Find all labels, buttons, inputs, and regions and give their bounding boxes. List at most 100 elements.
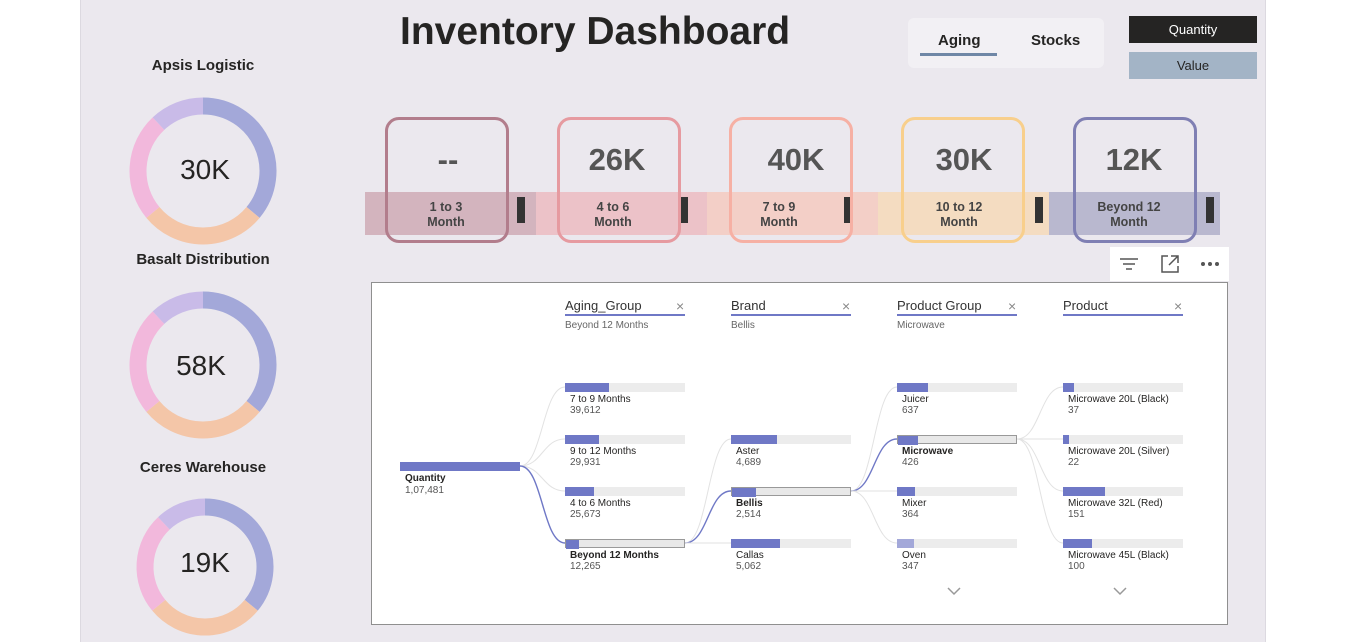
donut-slice[interactable] [152,97,204,131]
aging-card-1-3[interactable] [385,117,509,243]
tree-link [850,438,898,492]
focus-mode-icon[interactable] [1151,247,1189,281]
tree-node-label: Mixer [902,498,927,509]
tree-node-fill [566,540,579,549]
tree-node-fill [897,383,928,392]
quantity-button[interactable]: Quantity [1129,16,1257,43]
tree-node-bar[interactable] [731,435,851,444]
close-icon[interactable]: × [676,298,684,314]
tree-node-label: Beyond 12 Months [570,550,659,561]
tree-node-bar[interactable] [731,539,851,548]
value-button[interactable]: Value [1129,52,1257,79]
root-node-bar[interactable] [400,462,520,471]
tree-node-value: 5,062 [736,561,762,572]
warehouse-value-ceres: 19K [180,547,230,578]
tree-node-label: Juicer [902,394,929,405]
tree-node-bar[interactable] [565,435,685,444]
donut-slice[interactable] [152,599,258,636]
tree-node-fill [565,435,599,444]
tree-node-value: 39,612 [570,405,601,416]
tree-node-value: 12,265 [570,561,601,572]
tree-node-fill [898,436,918,445]
column-header-brand[interactable]: Brand [731,298,851,316]
tree-node-label: Microwave 20L (Black) [1068,394,1169,405]
column-filter-brand: Bellis [731,320,755,331]
decomposition-tree: Aging_Group × Beyond 12 Months Brand × B… [371,282,1228,625]
tree-link [519,438,566,467]
page-title: Inventory Dashboard [400,10,791,53]
warehouse-title-ceres: Ceres Warehouse [139,459,267,476]
donut-slice[interactable] [146,206,260,245]
tree-node-value: 29,931 [570,457,601,468]
tree-node-bar[interactable] [731,487,851,497]
column-header-product[interactable]: Product [1063,298,1183,316]
tree-node-value: 22 [1068,457,1080,468]
close-icon[interactable]: × [1008,298,1016,314]
aging-card-10-12[interactable] [901,117,1025,243]
tree-node-label: 4 to 6 Months [570,498,631,509]
tree-node-value: 151 [1068,509,1085,520]
tree-node-fill [1063,383,1074,392]
column-header-aging-group[interactable]: Aging_Group [565,298,685,316]
aging-card-beyond-12[interactable] [1073,117,1197,243]
tree-link [1016,438,1064,492]
tree-node-bar[interactable] [1063,487,1183,496]
tree-node-bar[interactable] [565,487,685,496]
aging-card-4-6[interactable] [557,117,681,243]
donut-slice[interactable] [146,400,260,439]
tree-node-bar[interactable] [897,383,1017,392]
tree-node-value: 426 [902,457,919,468]
donut-slice[interactable] [152,291,204,325]
warehouse-value-basalt: 58K [176,350,226,381]
tree-node-bar[interactable] [897,539,1017,548]
warehouse-value-apsis: 30K [180,154,230,185]
aging-card-7-9[interactable] [729,117,853,243]
aging-card-value: 12K [1105,142,1163,177]
donut-slice[interactable] [158,498,206,530]
tree-link [1016,438,1064,544]
tree-node-value: 364 [902,509,919,520]
tab-aging[interactable]: Aging [938,32,981,49]
slicer-handle[interactable] [517,197,525,223]
close-icon[interactable]: × [842,298,850,314]
root-node-value: 1,07,481 [405,485,444,496]
tree-node-label: Aster [736,446,760,457]
chevron-down-icon[interactable] [1113,584,1127,598]
aging-card-value: 40K [767,142,825,177]
tree-node-bar[interactable] [897,435,1017,445]
more-options-icon[interactable] [1191,247,1229,281]
chevron-down-icon[interactable] [947,584,961,598]
aging-card-value: -- [437,142,459,177]
tree-node-bar[interactable] [565,383,685,392]
close-icon[interactable]: × [1174,298,1182,314]
tree-node-label: Microwave 45L (Black) [1068,550,1169,561]
slicer-handle[interactable] [1206,197,1214,223]
tree-link [850,386,898,492]
tree-node-fill [897,539,914,548]
root-node-label: Quantity [405,473,446,484]
tree-node-value: 25,673 [570,509,601,520]
tree-node-value: 2,514 [736,509,762,520]
tab-stocks[interactable]: Stocks [1031,32,1080,49]
column-filter-product-group: Microwave [897,320,945,331]
tree-node-value: 4,689 [736,457,762,468]
filter-icon[interactable] [1110,247,1148,281]
tree-node-fill [565,383,609,392]
tree-node-fill [1063,539,1092,548]
tree-node-fill [732,488,756,497]
tree-node-label: Microwave 32L (Red) [1068,498,1163,509]
column-header-product-group[interactable]: Product Group [897,298,1017,316]
tree-node-bar[interactable] [1063,383,1183,392]
tree-node-label: Microwave [902,446,954,457]
aging-card-value: 26K [588,142,646,177]
tree-node-fill [565,487,594,496]
slicer-handle[interactable] [680,197,688,223]
tree-node-bar[interactable] [1063,435,1183,444]
tree-node-bar[interactable] [897,487,1017,496]
visual-header-toolbar [1110,247,1229,281]
tree-node-bar[interactable] [565,539,685,549]
tree-node-value: 347 [902,561,919,572]
slicer-handle[interactable] [1035,197,1043,223]
tree-node-bar[interactable] [1063,539,1183,548]
warehouse-title-basalt: Basalt Distribution [136,251,270,268]
